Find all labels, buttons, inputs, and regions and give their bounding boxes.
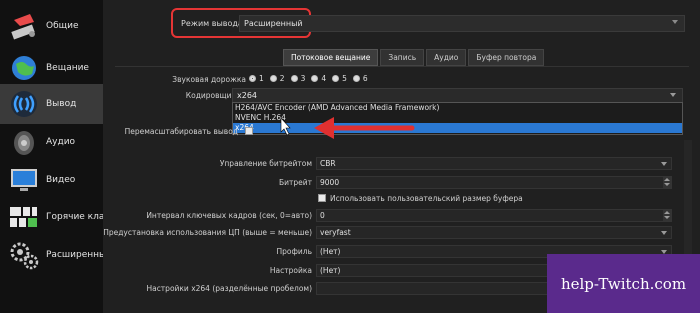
bitrate-value: 9000 xyxy=(320,178,340,187)
sidebar-item-general[interactable]: Общие xyxy=(0,6,103,46)
custom-buffer-checkbox[interactable] xyxy=(318,194,326,202)
sidebar-item-hotkeys[interactable]: Горячие клавиши xyxy=(0,197,103,237)
output-icon xyxy=(11,91,37,117)
cpu-preset-select[interactable]: veryfast xyxy=(316,226,672,239)
keyboard-icon xyxy=(10,207,37,227)
sidebar-item-label: Видео xyxy=(46,175,76,185)
tab-recording[interactable]: Запись xyxy=(380,49,425,66)
custom-buffer-label: Использовать пользовательский размер буф… xyxy=(330,194,523,203)
radio[interactable] xyxy=(269,75,277,82)
x264-options-label: Настройки x264 (разделённые пробелом) xyxy=(146,284,312,293)
keyframe-interval-value: 0 xyxy=(320,211,325,220)
keyframe-interval-input[interactable]: 0 xyxy=(316,209,672,222)
tune-label: Настройка xyxy=(269,266,312,275)
audio-track-option[interactable]: 1 xyxy=(249,74,264,83)
encoder-label: Кодировщик xyxy=(185,91,236,100)
radio[interactable] xyxy=(290,75,298,82)
output-mode-select[interactable]: Расширенный xyxy=(239,15,685,32)
settings-sidebar: Общие Вещание Вывод Аудио Видео Горячие … xyxy=(0,0,103,313)
cpu-preset-label: Предустановка использования ЦП (выше = м… xyxy=(103,228,312,237)
audio-track-radio-group: 1 2 3 4 5 6 xyxy=(249,74,374,83)
speaker-icon xyxy=(14,131,34,155)
chevron-down-icon xyxy=(670,93,676,97)
watermark-text: help-Twitch.com xyxy=(560,274,687,293)
monitor-icon xyxy=(11,169,37,191)
encoder-option-x264[interactable]: x264 xyxy=(233,123,682,133)
sidebar-item-label: Горячие клавиши xyxy=(46,212,103,222)
sidebar-item-label: Аудио xyxy=(46,137,76,147)
keyframe-interval-label: Интервал ключевых кадров (сек, 0=авто) xyxy=(146,211,312,220)
audio-track-label: Звуковая дорожка xyxy=(172,75,246,84)
sidebar-item-label: Общие xyxy=(46,21,79,31)
spinner-icon[interactable] xyxy=(663,177,671,188)
audio-track-option[interactable]: 6 xyxy=(352,74,368,83)
radio[interactable] xyxy=(332,75,340,82)
rate-control-label: Управление битрейтом xyxy=(219,159,312,168)
chevron-down-icon xyxy=(661,162,667,166)
sidebar-item-output[interactable]: Вывод xyxy=(0,84,103,124)
globe-icon xyxy=(12,56,36,80)
encoder-option-amd[interactable]: H264/AVC Encoder (AMD Advanced Media Fra… xyxy=(233,103,682,113)
audio-track-option[interactable]: 3 xyxy=(290,74,305,83)
spinner-icon[interactable] xyxy=(663,210,671,221)
chevron-down-icon xyxy=(661,231,667,235)
radio[interactable] xyxy=(311,75,319,82)
audio-track-option[interactable]: 5 xyxy=(332,74,347,83)
encoder-value: x264 xyxy=(237,91,258,100)
radio-selected[interactable] xyxy=(249,75,256,82)
watermark-logo: help-Twitch.com xyxy=(547,254,700,313)
radio[interactable] xyxy=(352,75,360,82)
sidebar-item-label: Расширенные xyxy=(46,250,103,260)
audio-track-option[interactable]: 2 xyxy=(269,74,285,83)
cpu-preset-value: veryfast xyxy=(320,228,351,237)
chevron-down-icon xyxy=(672,20,678,24)
output-tabs: Потоковое вещание Запись Аудио Буфер пов… xyxy=(283,49,546,66)
rescale-label: Перемасштабировать вывод xyxy=(124,127,238,136)
output-mode-label: Режим вывода xyxy=(181,19,243,28)
tune-value: (Нет) xyxy=(320,266,341,275)
bitrate-input[interactable]: 9000 xyxy=(316,176,672,189)
profile-label: Профиль xyxy=(276,247,313,256)
encoder-dropdown-list: H264/AVC Encoder (AMD Advanced Media Fra… xyxy=(232,102,683,135)
sidebar-item-label: Вещание xyxy=(46,63,89,73)
wrench-icon xyxy=(11,14,35,40)
profile-value: (Нет) xyxy=(320,247,341,256)
rate-control-select[interactable]: CBR xyxy=(316,157,672,170)
output-mode-value: Расширенный xyxy=(244,19,303,28)
sidebar-item-label: Вывод xyxy=(46,99,77,109)
encoder-select[interactable]: x264 xyxy=(232,88,683,103)
output-mode-row: Режим вывода Расширенный xyxy=(103,6,700,40)
encoder-option-nvenc[interactable]: NVENC H.264 xyxy=(233,113,682,123)
tab-audio[interactable]: Аудио xyxy=(426,49,467,66)
rescale-checkbox[interactable] xyxy=(245,127,253,135)
sidebar-item-advanced[interactable]: Расширенные xyxy=(0,235,103,275)
rate-control-value: CBR xyxy=(320,159,336,168)
tab-replay-buffer[interactable]: Буфер повтора xyxy=(468,49,545,66)
sidebar-item-audio[interactable]: Аудио xyxy=(0,122,103,162)
gears-icon xyxy=(10,242,39,270)
sidebar-item-video[interactable]: Видео xyxy=(0,160,103,200)
sidebar-item-stream[interactable]: Вещание xyxy=(0,48,103,88)
audio-track-option[interactable]: 4 xyxy=(311,74,326,83)
tab-streaming[interactable]: Потоковое вещание xyxy=(283,49,379,66)
bitrate-label: Битрейт xyxy=(278,178,312,187)
